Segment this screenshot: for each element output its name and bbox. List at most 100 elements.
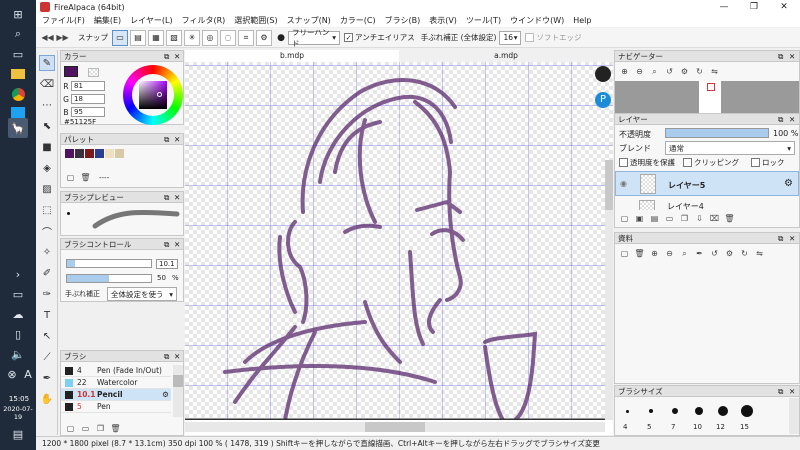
- rotate-right-icon[interactable]: ↻: [739, 248, 750, 259]
- clear-layer-icon[interactable]: ⌧: [709, 213, 720, 224]
- move-tool-icon[interactable]: ⬉: [39, 118, 55, 134]
- new-palette-icon[interactable]: ▢: [65, 172, 76, 183]
- brush-folder-icon[interactable]: ▭: [80, 423, 91, 434]
- stroke-mode-select[interactable]: フリーハンド ▾: [288, 28, 340, 48]
- windows-start-icon[interactable]: ⊞: [8, 4, 28, 24]
- tab-b-mdp[interactable]: b.mdp: [185, 50, 399, 62]
- delete-palette-icon[interactable]: 🗑: [80, 172, 91, 183]
- float-icon[interactable]: ⧉: [164, 192, 169, 203]
- clipping-checkbox[interactable]: [683, 158, 692, 167]
- new-layer-icon[interactable]: ▢: [619, 213, 630, 224]
- magic-wand-icon[interactable]: ✧: [39, 244, 55, 260]
- divide-tool-icon[interactable]: ⟋: [39, 349, 55, 365]
- brush-size-value[interactable]: 5: [647, 423, 651, 431]
- zoom-in-icon[interactable]: ⊕: [619, 66, 630, 77]
- background-color-swatch[interactable]: [88, 68, 99, 77]
- brush-item[interactable]: 4 Pen (Fade In/Out): [61, 365, 171, 377]
- palette-swatch[interactable]: [75, 149, 84, 158]
- flip-icon[interactable]: ⇋: [709, 66, 720, 77]
- brush-opacity-slider[interactable]: [66, 274, 152, 283]
- pixiv-icon[interactable]: P: [595, 92, 611, 108]
- menu-tool[interactable]: ツール(T): [466, 15, 501, 26]
- step-forward-icon[interactable]: ▶▶: [56, 32, 68, 43]
- merge-down-icon[interactable]: ⇩: [694, 213, 705, 224]
- color-picker-handle[interactable]: [157, 92, 162, 97]
- select-eraser-icon[interactable]: ✑: [39, 286, 55, 302]
- close-icon[interactable]: ✕: [789, 114, 795, 125]
- text-tool-icon[interactable]: T: [39, 307, 55, 323]
- close-icon[interactable]: ✕: [789, 51, 795, 62]
- brush-list-scrollbar[interactable]: [173, 365, 183, 417]
- brush-size-value[interactable]: 12: [716, 423, 725, 431]
- chrome-icon[interactable]: [8, 84, 28, 104]
- menu-filter[interactable]: フィルタ(R): [182, 15, 226, 26]
- rotate-reset-icon[interactable]: ⚙: [679, 66, 690, 77]
- brush-item-selected[interactable]: 10.1 Pencil ⚙: [61, 389, 171, 401]
- zoom-in-icon[interactable]: ⊕: [649, 248, 660, 259]
- snap-curve-button[interactable]: ◌: [220, 29, 236, 46]
- menu-selection[interactable]: 選択範囲(S): [234, 15, 277, 26]
- brush-item[interactable]: 22 Watercolor: [61, 377, 171, 389]
- menu-help[interactable]: Help: [573, 16, 591, 25]
- brush-size-value[interactable]: 4: [623, 423, 627, 431]
- select-tool-icon[interactable]: ⬚: [39, 202, 55, 218]
- select-pen-icon[interactable]: ✐: [39, 265, 55, 281]
- zoom-fit-icon[interactable]: ⌕: [679, 248, 690, 259]
- palette-swatch[interactable]: [115, 149, 124, 158]
- zoom-fit-icon[interactable]: ⌕: [649, 66, 660, 77]
- menu-view[interactable]: 表示(V): [429, 15, 457, 26]
- gradient-tool-icon[interactable]: ▨: [39, 181, 55, 197]
- navigator-preview[interactable]: [615, 81, 799, 113]
- float-icon[interactable]: ⧉: [164, 51, 169, 62]
- drawing-canvas[interactable]: [185, 62, 613, 420]
- float-icon[interactable]: ⧉: [778, 114, 783, 125]
- snap-radial-button[interactable]: ✳: [184, 29, 200, 46]
- battery-icon[interactable]: ▭: [8, 284, 28, 304]
- saturation-square[interactable]: [139, 81, 167, 109]
- file-explorer-icon[interactable]: [8, 64, 28, 84]
- dot-tool-icon[interactable]: ⋯: [39, 97, 55, 113]
- layer-folder-icon[interactable]: ▭: [664, 213, 675, 224]
- protect-alpha-checkbox[interactable]: [619, 158, 628, 167]
- snap-parallel-button[interactable]: ▤: [130, 29, 146, 46]
- brush-size-scrollbar[interactable]: [789, 398, 799, 434]
- close-icon[interactable]: ✕: [174, 51, 180, 62]
- duplicate-layer-icon[interactable]: ❐: [679, 213, 690, 224]
- g-input[interactable]: 18: [71, 94, 105, 104]
- rotate-reset-icon[interactable]: ⚙: [724, 248, 735, 259]
- palette-swatch[interactable]: [85, 149, 94, 158]
- copy-brush-icon[interactable]: ❐: [95, 423, 106, 434]
- maximize-icon[interactable]: ❐: [740, 0, 768, 14]
- bucket-tool-icon[interactable]: ◈: [39, 160, 55, 176]
- network-icon[interactable]: ▯: [8, 324, 28, 344]
- new-1bit-layer-icon[interactable]: ▤: [649, 213, 660, 224]
- brush-size-value[interactable]: 7: [671, 423, 675, 431]
- snap-circle-button[interactable]: ◎: [202, 29, 218, 46]
- float-icon[interactable]: ⧉: [778, 51, 783, 62]
- flip-icon[interactable]: ⇋: [754, 248, 765, 259]
- brush-size-slider[interactable]: [66, 259, 152, 268]
- snap-3d-button[interactable]: ⌗: [238, 29, 254, 46]
- close-icon[interactable]: ✕: [789, 386, 795, 397]
- close-icon[interactable]: ✕: [174, 239, 180, 250]
- float-icon[interactable]: ⧉: [778, 233, 783, 244]
- minimize-icon[interactable]: —: [710, 0, 738, 14]
- zoom-out-icon[interactable]: ⊖: [634, 66, 645, 77]
- close-icon[interactable]: ✕: [770, 0, 798, 14]
- search-icon[interactable]: ⌕: [8, 24, 28, 44]
- menu-brush[interactable]: ブラシ(B): [385, 15, 421, 26]
- menu-edit[interactable]: 編集(E): [94, 15, 121, 26]
- blend-mode-select[interactable]: 通常 ▾: [665, 141, 795, 155]
- menu-layer[interactable]: レイヤー(L): [130, 15, 172, 26]
- horizontal-scrollbar[interactable]: [185, 422, 605, 432]
- zoom-out-icon[interactable]: ⊖: [664, 248, 675, 259]
- layer-row[interactable]: レイヤー4: [615, 198, 799, 210]
- brush-size-value[interactable]: 15: [740, 423, 749, 431]
- task-view-icon[interactable]: ▭: [8, 44, 28, 64]
- delete-brush-icon[interactable]: 🗑: [110, 423, 121, 434]
- rotate-left-icon[interactable]: ↺: [664, 66, 675, 77]
- pen-tool-icon[interactable]: ✎: [39, 55, 55, 71]
- rotate-right-icon[interactable]: ↻: [694, 66, 705, 77]
- eyedropper-icon[interactable]: ✒: [694, 248, 705, 259]
- foreground-color-swatch[interactable]: [64, 66, 78, 77]
